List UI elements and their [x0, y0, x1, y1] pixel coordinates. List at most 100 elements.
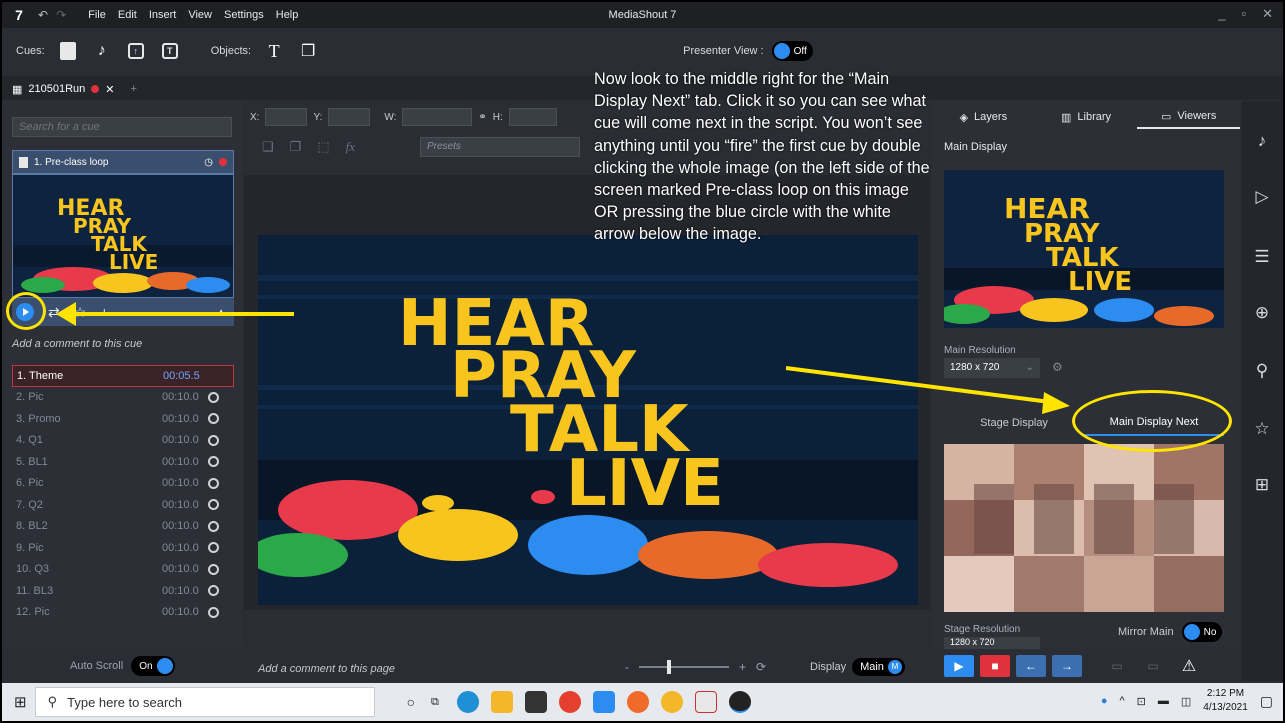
stop-button[interactable]: ■ — [980, 655, 1010, 677]
clock[interactable]: 2:12 PM 4/13/2021 — [1203, 687, 1248, 715]
zoom-slider[interactable] — [639, 660, 729, 674]
snip-tool-icon[interactable] — [694, 691, 717, 713]
close-icon[interactable]: ✕ — [1262, 6, 1273, 22]
next-button[interactable]: → — [1052, 655, 1082, 677]
firefox-icon[interactable] — [626, 691, 649, 713]
cue-item[interactable]: 9. Pic 00:10.0 — [12, 537, 234, 559]
cue-item[interactable]: 11. BL3 00:10.0 — [12, 580, 234, 602]
zoom-app-icon[interactable] — [592, 691, 615, 713]
cue-item[interactable]: 7. Q2 00:10.0 — [12, 494, 234, 516]
menu-help[interactable]: Help — [276, 9, 299, 21]
chrome-icon[interactable] — [558, 691, 581, 713]
previous-button[interactable]: ← — [1016, 655, 1046, 677]
zoom-in-label[interactable]: + — [739, 660, 746, 674]
auto-scroll-toggle[interactable]: On — [131, 656, 175, 676]
cue-item[interactable]: 3. Promo 00:10.0 — [12, 408, 234, 430]
notification-icon[interactable]: ▢ — [1260, 693, 1273, 710]
y-input[interactable] — [328, 108, 371, 126]
video-icon[interactable]: ▷ — [1250, 185, 1274, 209]
minimize-icon[interactable]: _ — [1218, 6, 1225, 22]
menu-file[interactable]: File — [88, 9, 106, 21]
speaker-icon[interactable]: ◫ — [1181, 695, 1191, 708]
text-cue-icon[interactable]: T — [159, 40, 181, 62]
star-icon[interactable]: ☆ — [1250, 417, 1274, 441]
display-select[interactable]: Main M — [852, 658, 905, 676]
taskbar-search-text: Type here to search — [67, 694, 183, 710]
x-input[interactable] — [265, 108, 308, 126]
cue-thumbnail[interactable]: HEAR PRAY TALK LIVE — [12, 174, 234, 298]
clock-time: 2:12 PM — [1206, 688, 1245, 699]
tab-library[interactable]: ▥ Library — [1035, 105, 1138, 129]
stage-resolution-select[interactable]: 1280 x 720 — [944, 637, 1040, 649]
battery-icon[interactable]: ▬ — [1158, 695, 1169, 707]
tab-layers[interactable]: ◈ Layers — [932, 105, 1035, 129]
cue-header[interactable]: 1. Pre-class loop ◷ — [12, 150, 234, 174]
menu-edit[interactable]: Edit — [118, 9, 137, 21]
store-icon[interactable] — [524, 691, 547, 713]
people-icon[interactable]: ● — [1101, 695, 1108, 707]
w-input[interactable] — [402, 108, 473, 126]
mirror-toggle[interactable]: No — [1181, 622, 1223, 642]
new-page-cue-icon[interactable] — [57, 40, 79, 62]
file-explorer-icon[interactable] — [490, 691, 513, 713]
cue-item[interactable]: 6. Pic 00:10.0 — [12, 473, 234, 495]
output-off-icon[interactable]: ▭ — [1102, 655, 1132, 677]
page-comment-input[interactable]: Add a comment to this page — [258, 663, 395, 675]
mediashout-taskbar-icon[interactable] — [728, 691, 751, 713]
taskbar-search[interactable]: ⚲ Type here to search — [34, 687, 375, 717]
stage-off-icon[interactable]: ▭ — [1138, 655, 1168, 677]
copy-object-icon[interactable]: ❐ — [297, 40, 319, 62]
cue-item[interactable]: 2. Pic 00:10.0 — [12, 387, 234, 409]
cue-item[interactable]: 4. Q1 00:10.0 — [12, 430, 234, 452]
bible-cue-icon[interactable]: ↑ — [125, 40, 147, 62]
align-icon[interactable]: ⬚ — [317, 139, 329, 155]
chevron-up-icon[interactable]: ^ — [1119, 695, 1124, 707]
network-icon[interactable]: ⊡ — [1137, 695, 1146, 708]
list-icon[interactable]: ☰ — [1250, 245, 1274, 269]
cue-item[interactable]: 12. Pic 00:10.0 — [12, 602, 234, 624]
refresh-icon[interactable]: ⟳ — [756, 660, 766, 674]
cortana-icon[interactable]: ○ — [407, 694, 415, 710]
menu-insert[interactable]: Insert — [149, 9, 177, 21]
search-input[interactable] — [12, 117, 232, 137]
zoom-out-label[interactable]: - — [625, 660, 629, 674]
close-tab-icon[interactable]: ✕ — [105, 83, 114, 96]
menu-settings[interactable]: Settings — [224, 9, 264, 21]
zoom-thumb[interactable] — [667, 660, 671, 674]
task-view-icon[interactable]: ⧉ — [431, 696, 439, 709]
clock-icon — [208, 585, 219, 597]
presenter-view-toggle[interactable]: Off — [771, 41, 813, 61]
link-icon[interactable]: ⊕ — [1250, 301, 1274, 325]
bible-icon[interactable]: ⊞ — [1250, 473, 1274, 497]
live-dot — [219, 158, 227, 166]
cue-comment-input[interactable]: Add a comment to this cue — [12, 338, 234, 358]
h-input[interactable] — [508, 108, 557, 126]
presets-select[interactable]: Presets — [420, 137, 580, 157]
chrome-alt-icon[interactable] — [660, 691, 683, 713]
tab-210501run[interactable]: ▦ 210501Run ✕ + — [12, 79, 137, 99]
music-icon[interactable]: ♪ — [1250, 129, 1274, 153]
text-object-icon[interactable]: T — [263, 40, 285, 62]
fx-label[interactable]: fx — [346, 139, 355, 155]
tab-viewers[interactable]: ▭ Viewers — [1137, 105, 1241, 129]
cue-item[interactable]: 10. Q3 00:10.0 — [12, 559, 234, 581]
cue-item[interactable]: 1. Theme 00:05.5 — [12, 365, 234, 387]
windows-start-icon[interactable]: ⊞ — [14, 693, 27, 711]
redo-icon[interactable]: ↷ — [56, 8, 66, 22]
menu-view[interactable]: View — [188, 9, 212, 21]
send-back-icon[interactable]: ❐ — [290, 139, 302, 155]
bring-front-icon[interactable]: ❏ — [262, 139, 274, 155]
transport-controls: ▶ ■ ← → ▭ ▭ ⚠ — [944, 654, 1234, 678]
cues-label: Cues: — [16, 45, 45, 57]
wrench-icon[interactable]: ⚲ — [1250, 359, 1274, 383]
edge-icon[interactable] — [456, 691, 479, 713]
link-icon[interactable]: ⚭ — [478, 112, 486, 123]
cue-item[interactable]: 8. BL2 00:10.0 — [12, 516, 234, 538]
warning-icon[interactable]: ⚠ — [1174, 655, 1204, 677]
maximize-icon[interactable]: ▫ — [1241, 6, 1246, 22]
audio-cue-icon[interactable]: ♪ — [91, 40, 113, 62]
add-tab-icon[interactable]: + — [131, 83, 137, 95]
cue-item[interactable]: 5. BL1 00:10.0 — [12, 451, 234, 473]
undo-icon[interactable]: ↶ — [38, 8, 48, 22]
play-button[interactable]: ▶ — [944, 655, 974, 677]
